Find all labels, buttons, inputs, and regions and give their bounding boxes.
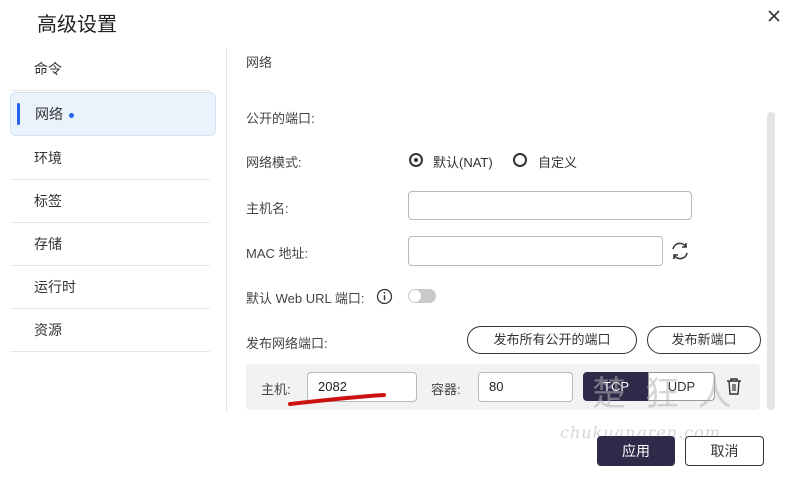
web-url-port-label: 默认 Web URL 端口:: [246, 291, 365, 306]
web-url-toggle[interactable]: [408, 289, 436, 303]
container-port-input[interactable]: 80: [478, 372, 573, 402]
apply-button[interactable]: 应用: [597, 436, 675, 466]
sidebar-item-resources[interactable]: 资源: [10, 309, 210, 352]
sidebar-item-environment[interactable]: 环境: [10, 137, 210, 180]
public-ports-label: 公开的端口:: [246, 111, 315, 126]
sidebar-item-label: 运行时: [34, 279, 76, 295]
sidebar-item-label: 资源: [34, 322, 62, 338]
sidebar-item-network[interactable]: 网络: [10, 92, 216, 136]
udp-toggle[interactable]: UDP: [648, 372, 715, 401]
cancel-button[interactable]: 取消: [685, 436, 764, 466]
publish-all-ports-button[interactable]: 发布所有公开的端口: [467, 326, 637, 354]
sidebar-item-label: 存储: [34, 236, 62, 252]
radio-custom-label: 自定义: [538, 155, 578, 170]
section-title: 网络: [246, 55, 273, 70]
refresh-icon[interactable]: [669, 240, 691, 262]
sidebar-item-command[interactable]: 命令: [10, 48, 210, 91]
scrollbar[interactable]: [767, 112, 775, 410]
sidebar-item-label: 环境: [34, 150, 62, 166]
sidebar-item-label: 标签: [34, 193, 62, 209]
publish-ports-label: 发布网络端口:: [246, 336, 328, 351]
info-icon[interactable]: [376, 288, 393, 305]
sidebar-item-label: 网络: [35, 106, 63, 122]
sidebar-item-storage[interactable]: 存储: [10, 223, 210, 266]
sidebar-item-label: 命令: [34, 61, 62, 77]
radio-default-nat-label: 默认(NAT): [433, 155, 493, 170]
mac-address-label: MAC 地址:: [246, 246, 309, 261]
sidebar: 命令 网络 环境 标签 存储 运行时 资源: [10, 48, 220, 352]
sidebar-item-runtime[interactable]: 运行时: [10, 266, 210, 309]
hostname-label: 主机名:: [246, 201, 289, 216]
panel-divider: [226, 48, 227, 412]
radio-default-nat[interactable]: [409, 153, 423, 167]
red-underline-annotation: [288, 393, 386, 406]
trash-icon[interactable]: [725, 376, 743, 396]
hostname-input[interactable]: [408, 191, 692, 220]
network-mode-label: 网络模式:: [246, 155, 302, 170]
tcp-toggle[interactable]: TCP: [583, 372, 649, 401]
dialog-title: 高级设置: [37, 14, 117, 36]
mac-address-input[interactable]: [408, 236, 663, 266]
modified-dot-icon: [69, 112, 74, 118]
sidebar-item-labels[interactable]: 标签: [10, 180, 210, 223]
radio-custom[interactable]: [513, 153, 527, 167]
close-icon[interactable]: [764, 6, 784, 26]
container-port-label: 容器:: [431, 382, 461, 397]
publish-new-port-button[interactable]: 发布新端口: [647, 326, 761, 354]
